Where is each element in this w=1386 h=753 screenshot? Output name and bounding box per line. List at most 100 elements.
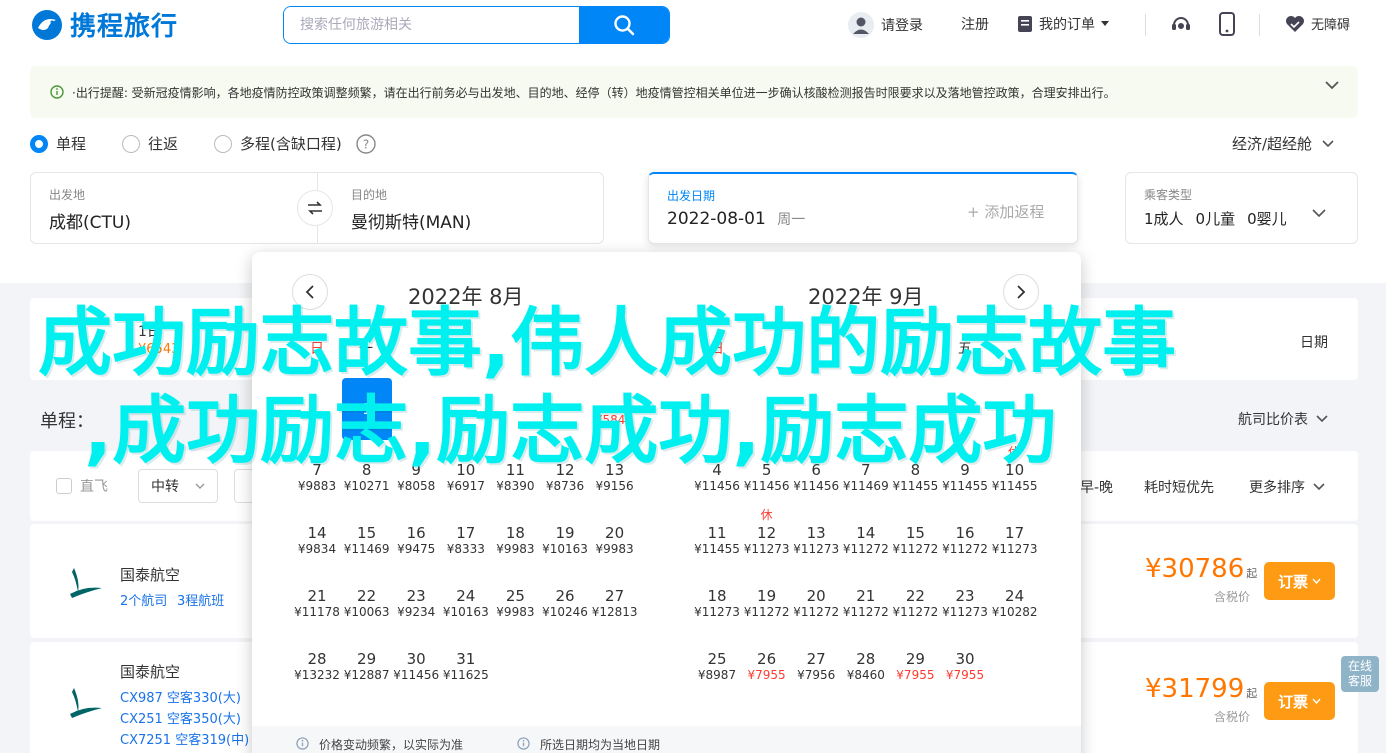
airline-price-table-link[interactable]: 航司比价表 <box>1238 409 1328 429</box>
search-icon <box>613 14 635 36</box>
day-cell[interactable]: 29¥7955 <box>890 650 940 688</box>
day-cell[interactable]: 23¥11273 <box>940 587 990 625</box>
day-cell[interactable]: 12¥11273 <box>742 524 792 562</box>
day-cell[interactable]: 18¥9983 <box>490 524 540 562</box>
day-cell[interactable]: 15¥11272 <box>890 524 940 562</box>
day-cell[interactable]: 16¥11272 <box>940 524 990 562</box>
day-cell[interactable]: 17¥11273 <box>990 524 1040 562</box>
day-price: ¥11455 <box>890 479 940 493</box>
day-price: ¥11272 <box>841 605 891 619</box>
day-cell[interactable]: 27¥12813 <box>590 587 640 625</box>
segments-link[interactable]: 3程航班 <box>177 590 224 609</box>
day-cell[interactable]: 20¥9983 <box>590 524 640 562</box>
day-price: ¥10246 <box>540 605 590 619</box>
arrival-field[interactable]: 目的地 曼彻斯特(MAN) <box>333 173 603 243</box>
search-button[interactable] <box>579 7 669 43</box>
day-number: 29 <box>342 650 392 668</box>
day-cell[interactable]: 22¥10063 <box>342 587 392 625</box>
price-suffix: 起 <box>1246 685 1257 701</box>
day-cell[interactable]: 31¥11625 <box>441 650 491 688</box>
day-cell[interactable]: 27¥7956 <box>791 650 841 688</box>
login-link[interactable]: 请登录 <box>847 11 923 39</box>
day-cell[interactable]: 14¥11272 <box>841 524 891 562</box>
day-price: ¥11625 <box>441 668 491 682</box>
cabin-class-select[interactable]: 经济/超经舱 <box>1232 133 1334 154</box>
chevron-down-icon <box>1322 140 1334 148</box>
search-input[interactable] <box>284 7 579 43</box>
day-cell[interactable]: 28¥13232 <box>292 650 342 688</box>
day-cell[interactable]: 13¥11273 <box>791 524 841 562</box>
day-cell[interactable]: 24¥10163 <box>441 587 491 625</box>
day-cell[interactable]: 25¥9983 <box>490 587 540 625</box>
add-return-button[interactable]: + 添加返程 <box>967 201 1044 222</box>
day-cell[interactable]: 26¥10246 <box>540 587 590 625</box>
day-cell[interactable]: 26¥7955 <box>742 650 792 688</box>
day-number: 22 <box>890 587 940 605</box>
flight-number-link[interactable]: CX7251 空客319(中) <box>120 729 249 748</box>
accessibility-toggle[interactable]: 无障碍 <box>1285 14 1350 33</box>
airline-count-link[interactable]: 2个航司 <box>120 590 167 609</box>
day-cell[interactable]: 21¥11178 <box>292 587 342 625</box>
logo-text: 携程旅行 <box>70 6 178 43</box>
day-price: ¥11273 <box>742 542 792 556</box>
my-orders-menu[interactable]: 我的订单 <box>1017 14 1109 34</box>
day-cell[interactable]: 19¥10163 <box>540 524 590 562</box>
help-icon[interactable]: ? <box>356 134 376 154</box>
radio-selected <box>30 135 48 153</box>
book-button[interactable]: 订票 <box>1264 682 1335 720</box>
more-sort-menu[interactable]: 更多排序 <box>1249 477 1325 497</box>
date-text: 2022-08-01 <box>667 209 766 229</box>
sort-time[interactable]: 早-晚 <box>1080 477 1113 497</box>
day-price: ¥11456 <box>791 479 841 493</box>
mobile-app-icon[interactable] <box>1219 12 1235 36</box>
day-price: ¥8736 <box>540 479 590 493</box>
day-cell[interactable]: 24¥10282 <box>990 587 1040 625</box>
swap-route-button[interactable] <box>297 190 333 226</box>
day-number: 22 <box>342 587 392 605</box>
transfer-filter-label: 中转 <box>151 476 179 496</box>
footer-note-date: 所选日期均为当地日期 <box>540 736 660 753</box>
passenger-type-field[interactable]: 乘客类型 1成人 0儿童 0婴儿 <box>1125 172 1358 244</box>
day-cell[interactable]: 30¥11456 <box>391 650 441 688</box>
sort-duration[interactable]: 耗时短优先 <box>1144 477 1214 497</box>
day-price: ¥11272 <box>890 542 940 556</box>
day-cell[interactable]: 18¥11273 <box>692 587 742 625</box>
day-cell[interactable]: 17¥8333 <box>441 524 491 562</box>
trip-type-multicity[interactable]: 多程(含缺口程) ? <box>214 133 376 154</box>
day-cell[interactable]: 11¥11455 <box>692 524 742 562</box>
trip-type-roundtrip[interactable]: 往返 <box>122 133 178 154</box>
day-cell[interactable]: 20¥11272 <box>791 587 841 625</box>
day-number: 16 <box>391 524 441 542</box>
day-cell[interactable]: 15¥11469 <box>342 524 392 562</box>
day-cell[interactable]: 14¥9834 <box>292 524 342 562</box>
day-cell[interactable]: 29¥12887 <box>342 650 392 688</box>
transfer-filter[interactable]: 中转 <box>138 469 218 503</box>
day-cell[interactable]: 22¥11272 <box>890 587 940 625</box>
book-button[interactable]: 订票 <box>1264 562 1335 600</box>
tax-note: 含税价 <box>1214 588 1250 605</box>
departure-date-field[interactable]: 出发日期 2022-08-01 周一 + 添加返程 <box>648 172 1078 244</box>
day-cell[interactable]: 19¥11272 <box>742 587 792 625</box>
book-label: 订票 <box>1278 571 1308 592</box>
direct-only-checkbox[interactable]: 直飞 <box>56 476 108 496</box>
swap-arrows-icon <box>306 201 324 215</box>
flight-number-link[interactable]: CX251 空客350(大) <box>120 708 241 727</box>
customer-service-icon[interactable] <box>1170 13 1192 35</box>
day-cell[interactable]: 16¥9475 <box>391 524 441 562</box>
flight-number-link[interactable]: CX987 空客330(大) <box>120 687 241 706</box>
day-cell[interactable]: 25¥8987 <box>692 650 742 688</box>
day-cell[interactable]: 28¥8460 <box>841 650 891 688</box>
flight-price: ¥31799 起 <box>1145 674 1257 704</box>
day-cell[interactable]: 21¥11272 <box>841 587 891 625</box>
register-link[interactable]: 注册 <box>961 14 989 34</box>
collapse-notice-chevron-icon[interactable] <box>1324 80 1340 90</box>
airline-filter[interactable] <box>234 469 254 503</box>
svg-text:?: ? <box>363 137 369 151</box>
online-service-badge[interactable]: 在线 客服 <box>1341 656 1379 692</box>
ctrip-logo[interactable]: 携程旅行 <box>30 6 178 43</box>
day-cell[interactable]: 30¥7955 <box>940 650 990 688</box>
day-cell[interactable]: 23¥9234 <box>391 587 441 625</box>
trip-type-oneway[interactable]: 单程 <box>30 133 86 154</box>
day-price: ¥9156 <box>590 479 640 493</box>
departure-field[interactable]: 出发地 成都(CTU) <box>31 173 317 243</box>
